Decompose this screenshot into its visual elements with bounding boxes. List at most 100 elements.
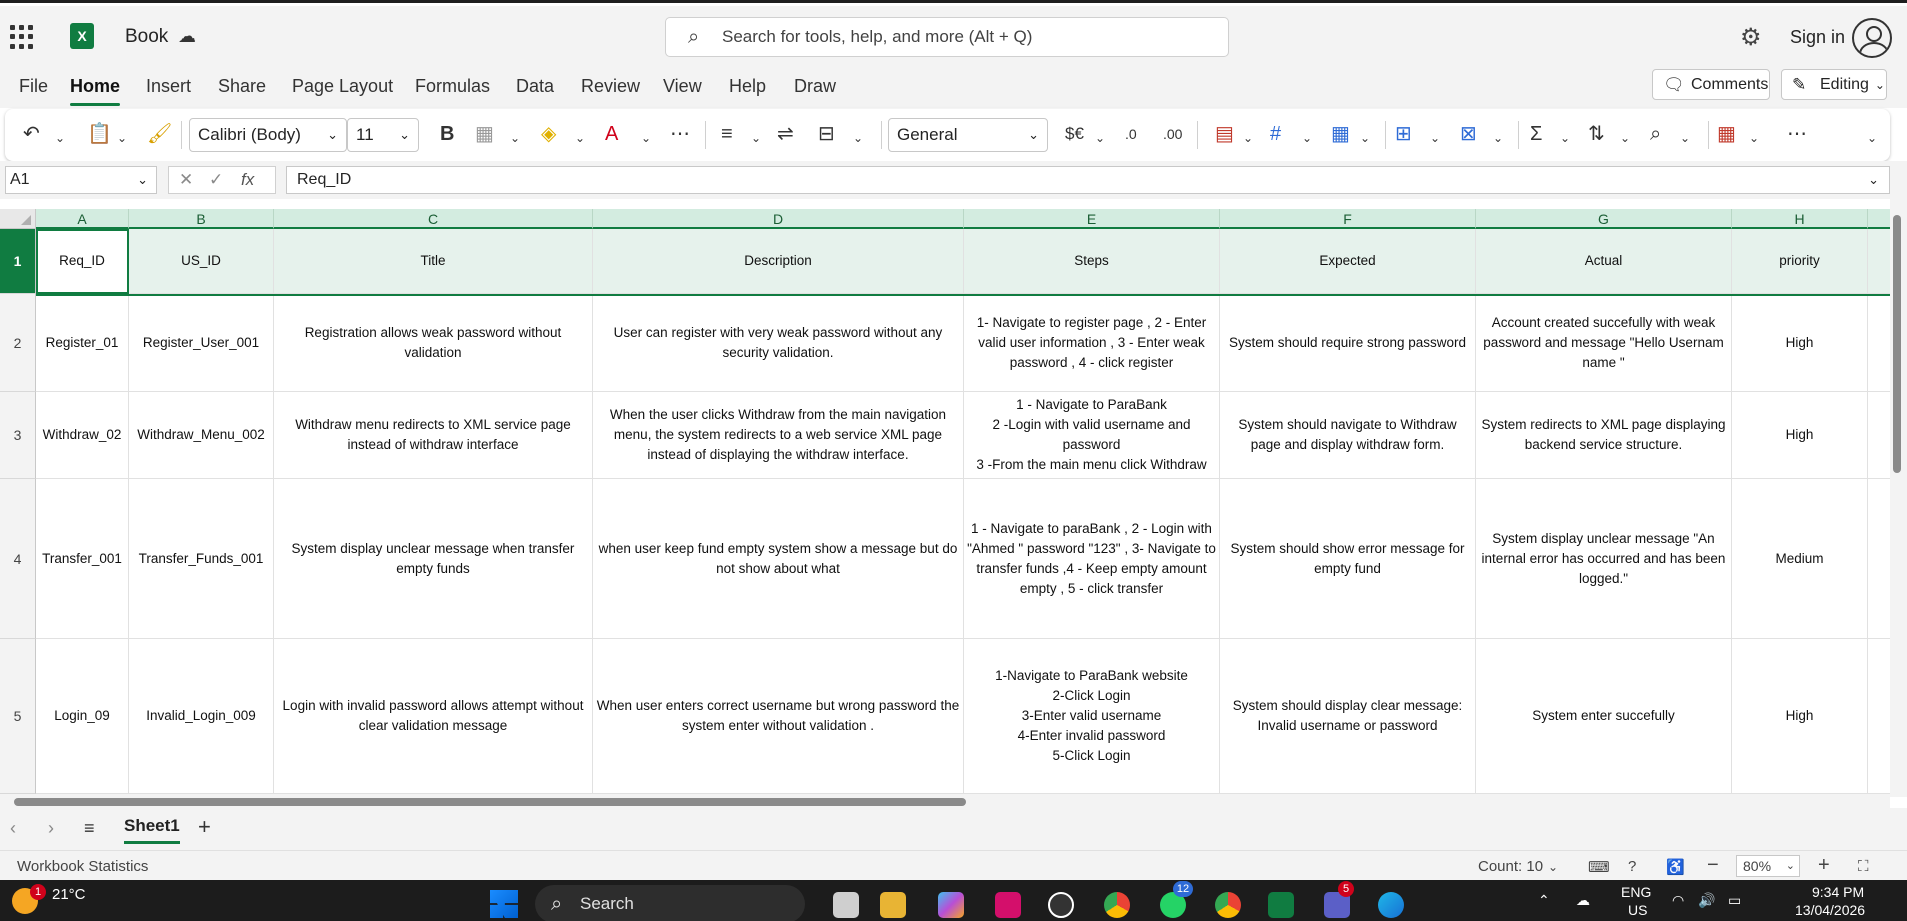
column-header-e[interactable]: E (964, 209, 1220, 229)
fill-dropdown-icon[interactable]: ⌄ (575, 127, 585, 149)
paste-icon[interactable]: 📋 (87, 123, 112, 145)
font-size-select[interactable]: 11 ⌄ (347, 118, 419, 152)
tab-page-layout[interactable]: Page Layout (292, 76, 393, 97)
table-cell[interactable]: System redirects to XML page displaying … (1476, 392, 1732, 479)
table-cell-empty[interactable] (1868, 479, 1890, 639)
app-launcher-icon[interactable] (10, 25, 34, 49)
network-status-icon[interactable]: ☁ (1576, 892, 1590, 909)
battery-icon[interactable]: ▭ (1728, 892, 1741, 909)
cell-styles-dropdown-icon[interactable]: ⌄ (1360, 127, 1370, 149)
column-header-a[interactable]: A (36, 209, 129, 229)
expand-ribbon-icon[interactable]: ⌄ (1867, 127, 1877, 149)
header-cell[interactable]: Title (274, 229, 593, 294)
table-cell[interactable]: Register_User_001 (129, 294, 274, 392)
table-cell[interactable]: Login_09 (36, 639, 129, 794)
delete-cells-icon[interactable]: ⊠ (1460, 123, 1477, 145)
undo-dropdown-icon[interactable]: ⌄ (55, 127, 65, 149)
borders-dropdown-icon[interactable]: ⌄ (510, 127, 520, 149)
table-cell[interactable]: When the user clicks Withdraw from the m… (593, 392, 964, 479)
search-box[interactable]: ⌕ Search for tools, help, and more (Alt … (665, 17, 1229, 57)
font-color-dropdown-icon[interactable]: ⌄ (641, 127, 651, 149)
header-cell[interactable]: Description (593, 229, 964, 294)
insert-cells-icon[interactable]: ⊞ (1395, 123, 1412, 145)
column-header-b[interactable]: B (129, 209, 274, 229)
column-header-h[interactable]: H (1732, 209, 1868, 229)
table-cell[interactable]: Account created succefully with weak pas… (1476, 294, 1732, 392)
table-cell-empty[interactable] (1868, 639, 1890, 794)
language-region[interactable]: US (1628, 902, 1647, 918)
select-all-button[interactable] (0, 209, 36, 229)
row-header-4[interactable]: 4 (0, 479, 36, 639)
borders-icon[interactable]: ▦ (475, 123, 494, 145)
chevron-down-icon[interactable]: ⌄ (1548, 860, 1558, 874)
table-cell[interactable]: Invalid_Login_009 (129, 639, 274, 794)
task-view-icon[interactable] (833, 892, 859, 918)
table-cell[interactable]: System should show error message for emp… (1220, 479, 1476, 639)
table-cell-empty[interactable] (1868, 229, 1890, 294)
table-cell[interactable]: System display unclear message when tran… (274, 479, 593, 639)
clock-date[interactable]: 13/04/2026 (1795, 902, 1865, 918)
table-cell[interactable]: System display unclear message "An inter… (1476, 479, 1732, 639)
header-cell[interactable]: Expected (1220, 229, 1476, 294)
increase-decimal-icon[interactable]: .00 (1163, 123, 1182, 145)
avatar-icon[interactable] (1852, 18, 1892, 58)
autosum-dropdown-icon[interactable]: ⌄ (1560, 127, 1570, 149)
vertical-scroll-thumb[interactable] (1893, 215, 1901, 473)
wifi-icon[interactable]: ◠ (1672, 892, 1684, 909)
windows-start-icon[interactable] (490, 890, 518, 918)
table-cell[interactable]: User can register with very weak passwor… (593, 294, 964, 392)
conditional-format-icon[interactable]: ▤ (1215, 123, 1234, 145)
table-cell[interactable]: Transfer_001 (36, 479, 129, 639)
document-name[interactable]: Book (125, 26, 168, 48)
paste-dropdown-icon[interactable]: ⌄ (117, 127, 127, 149)
sheet-tab[interactable]: Sheet1 (124, 816, 180, 844)
tab-data[interactable]: Data (516, 76, 554, 97)
column-header-c[interactable]: C (274, 209, 593, 229)
insert-function-icon[interactable]: fx (241, 167, 254, 193)
decrease-decimal-icon[interactable]: .0 (1125, 123, 1137, 145)
column-header-d[interactable]: D (593, 209, 964, 229)
table-cell[interactable]: System should require strong password (1220, 294, 1476, 392)
table-cell-empty[interactable] (1868, 392, 1890, 479)
format-table-dropdown-icon[interactable]: ⌄ (1302, 127, 1312, 149)
copilot-icon[interactable] (938, 892, 964, 918)
sort-filter-dropdown-icon[interactable]: ⌄ (1620, 127, 1630, 149)
file-explorer-icon[interactable] (880, 892, 906, 918)
jetbrains-icon[interactable] (995, 892, 1021, 918)
more-font-options-icon[interactable]: ⋯ (670, 123, 690, 145)
volume-icon[interactable]: 🔊 (1698, 892, 1715, 909)
table-cell[interactable]: 1- Navigate to register page , 2 - Enter… (964, 294, 1220, 392)
table-cell[interactable]: Register_01 (36, 294, 129, 392)
number-format-select[interactable]: General ⌄ (888, 118, 1048, 152)
count-indicator[interactable]: Count: 10 (1478, 858, 1543, 875)
currency-format-icon[interactable]: $€ (1065, 123, 1084, 145)
table-cell[interactable]: Transfer_Funds_001 (129, 479, 274, 639)
header-cell[interactable]: Req_ID (36, 229, 129, 294)
table-cell[interactable]: Login with invalid password allows attem… (274, 639, 593, 794)
table-cell[interactable]: Withdraw menu redirects to XML service p… (274, 392, 593, 479)
formula-input[interactable]: Req_ID ⌄ (286, 166, 1890, 194)
settings-icon[interactable]: ⚙ (1740, 23, 1762, 52)
undo-icon[interactable]: ↶ (23, 123, 40, 145)
conditional-format-dropdown-icon[interactable]: ⌄ (1243, 127, 1253, 149)
zoom-in-icon[interactable]: + (1818, 854, 1830, 877)
help-icon[interactable]: ? (1628, 858, 1636, 875)
next-sheet-icon[interactable]: › (48, 818, 54, 839)
all-sheets-icon[interactable]: ≡ (84, 818, 95, 839)
font-name-select[interactable]: Calibri (Body) ⌄ (189, 118, 347, 152)
table-cell[interactable]: 1 - Navigate to ParaBank 2 -Login with v… (964, 392, 1220, 479)
prev-sheet-icon[interactable]: ‹ (10, 818, 16, 839)
fill-color-icon[interactable]: ◈ (541, 123, 556, 145)
tab-formulas[interactable]: Formulas (415, 76, 490, 97)
sort-filter-icon[interactable]: ⇅ (1588, 123, 1605, 145)
table-cell[interactable]: System should display clear message: Inv… (1220, 639, 1476, 794)
cell-styles-icon[interactable]: ▦ (1331, 123, 1350, 145)
chrome-icon[interactable] (1104, 892, 1130, 918)
keyboard-icon[interactable]: ⌨ (1588, 858, 1610, 876)
table-cell[interactable]: System enter succefully (1476, 639, 1732, 794)
zoom-out-icon[interactable]: − (1707, 854, 1719, 877)
header-cell[interactable]: Actual (1476, 229, 1732, 294)
format-painter-icon[interactable]: 🖌 (147, 123, 172, 145)
table-cell[interactable]: System should navigate to Withdraw page … (1220, 392, 1476, 479)
add-ins-dropdown-icon[interactable]: ⌄ (1749, 127, 1759, 149)
